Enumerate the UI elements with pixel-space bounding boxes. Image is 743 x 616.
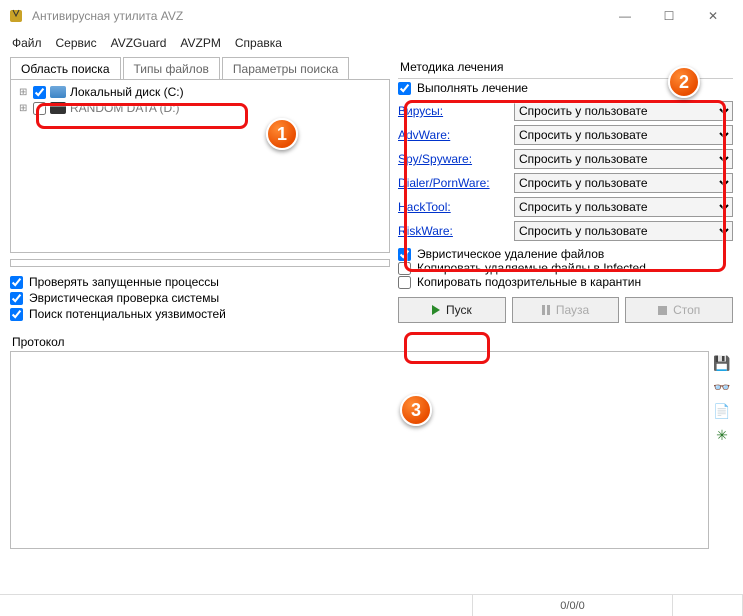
menu-avzpm[interactable]: AVZPM xyxy=(180,36,220,50)
menubar: Файл Сервис AVZGuard AVZPM Справка xyxy=(0,32,743,56)
document-icon[interactable]: 📄 xyxy=(714,403,730,419)
link-advware[interactable]: AdvWare: xyxy=(398,128,508,142)
protocol-textarea[interactable] xyxy=(10,351,709,549)
tab-search-area[interactable]: Область поиска xyxy=(10,57,121,80)
glasses-icon[interactable]: 👓 xyxy=(714,379,730,395)
save-icon[interactable]: 💾 xyxy=(714,355,730,371)
checkbox[interactable] xyxy=(10,292,23,305)
row-viruses: Вирусы: Спросить у пользовате xyxy=(398,99,733,123)
link-viruses[interactable]: Вирусы: xyxy=(398,104,508,118)
menu-avzguard[interactable]: AVZGuard xyxy=(111,36,167,50)
status-counts: 0/0/0 xyxy=(473,595,673,616)
left-column: Область поиска Типы файлов Параметры пои… xyxy=(10,56,390,323)
tab-file-types[interactable]: Типы файлов xyxy=(123,57,220,80)
select-hacktool[interactable]: Спросить у пользовате xyxy=(514,197,733,217)
play-icon xyxy=(432,305,440,315)
titlebar: Антивирусная утилита AVZ — ☐ ✕ xyxy=(0,0,743,32)
tree-item-d[interactable]: ⊞ RANDOM DATA (D:) xyxy=(15,100,385,116)
menu-service[interactable]: Сервис xyxy=(56,36,97,50)
treatment-heading: Методика лечения xyxy=(398,56,733,76)
protocol-side-toolbar: 💾 👓 📄 ✳ xyxy=(711,351,733,549)
left-options: Проверять запущенные процессы Эвристичес… xyxy=(10,273,390,323)
select-riskware[interactable]: Спросить у пользовате xyxy=(514,221,733,241)
expand-icon[interactable]: ⊞ xyxy=(19,87,29,98)
checkbox[interactable] xyxy=(398,262,411,275)
checkbox-drive-c[interactable] xyxy=(33,86,46,99)
status-segment xyxy=(0,595,473,616)
checkbox-drive-d[interactable] xyxy=(33,102,46,115)
menu-help[interactable]: Справка xyxy=(235,36,282,50)
splitter-panel xyxy=(10,259,390,267)
check-label: Копировать подозрительные в карантин xyxy=(417,275,641,289)
check-label: Поиск потенциальных уязвимостей xyxy=(29,307,226,321)
row-riskware: RiskWare: Спросить у пользовате xyxy=(398,219,733,243)
check-heuristic-delete[interactable]: Эвристическое удаление файлов xyxy=(398,247,733,261)
right-column: Методика лечения Выполнять лечение Вирус… xyxy=(398,56,733,323)
link-dialer[interactable]: Dialer/PornWare: xyxy=(398,176,508,190)
tree-item-label: RANDOM DATA (D:) xyxy=(70,101,180,115)
row-hacktool: HackTool: Спросить у пользовате xyxy=(398,195,733,219)
stop-button[interactable]: Стоп xyxy=(625,297,733,323)
divider xyxy=(398,78,733,79)
protocol-label: Протокол xyxy=(0,329,743,351)
button-label: Стоп xyxy=(673,303,700,317)
checkbox[interactable] xyxy=(10,276,23,289)
statusbar: 0/0/0 xyxy=(0,594,743,616)
drive-tree[interactable]: ⊞ Локальный диск (C:) ⊞ RANDOM DATA (D:) xyxy=(10,79,390,253)
check-copy-infected[interactable]: Копировать удаляемые файлы в Infected xyxy=(398,261,733,275)
link-spyware[interactable]: Spy/Spyware: xyxy=(398,152,508,166)
check-label: Выполнять лечение xyxy=(417,81,528,95)
checkbox[interactable] xyxy=(398,248,411,261)
start-button[interactable]: Пуск xyxy=(398,297,506,323)
row-advware: AdvWare: Спросить у пользовате xyxy=(398,123,733,147)
minimize-button[interactable]: — xyxy=(603,1,647,31)
pause-button[interactable]: Пауза xyxy=(512,297,620,323)
check-heuristic-system[interactable]: Эвристическая проверка системы xyxy=(10,291,390,305)
close-button[interactable]: ✕ xyxy=(691,1,735,31)
check-label: Эвристическая проверка системы xyxy=(29,291,219,305)
checkbox[interactable] xyxy=(10,308,23,321)
tree-item-label: Локальный диск (C:) xyxy=(70,85,184,99)
check-copy-quarantine[interactable]: Копировать подозрительные в карантин xyxy=(398,275,733,289)
link-hacktool[interactable]: HackTool: xyxy=(398,200,508,214)
check-label: Проверять запущенные процессы xyxy=(29,275,219,289)
button-label: Пауза xyxy=(556,303,589,317)
button-label: Пуск xyxy=(446,303,472,317)
checkbox[interactable] xyxy=(398,276,411,289)
checkbox[interactable] xyxy=(398,82,411,95)
check-label: Копировать удаляемые файлы в Infected xyxy=(417,261,646,275)
check-perform-treatment[interactable]: Выполнять лечение xyxy=(398,81,733,95)
select-advware[interactable]: Спросить у пользовате xyxy=(514,125,733,145)
menu-file[interactable]: Файл xyxy=(12,36,42,50)
disk-icon xyxy=(50,86,66,98)
tree-item-c[interactable]: ⊞ Локальный диск (C:) xyxy=(15,84,385,100)
tab-search-params[interactable]: Параметры поиска xyxy=(222,57,349,80)
check-label: Эвристическое удаление файлов xyxy=(417,247,604,261)
treatment-rows: Вирусы: Спросить у пользовате AdvWare: С… xyxy=(398,99,733,243)
stop-icon xyxy=(658,306,667,315)
action-buttons: Пуск Пауза Стоп xyxy=(398,297,733,323)
row-spyware: Spy/Spyware: Спросить у пользовате xyxy=(398,147,733,171)
link-riskware[interactable]: RiskWare: xyxy=(398,224,508,238)
left-tabs: Область поиска Типы файлов Параметры пои… xyxy=(10,56,390,79)
select-dialer[interactable]: Спросить у пользовате xyxy=(514,173,733,193)
pause-icon xyxy=(542,305,550,315)
app-icon xyxy=(8,8,24,24)
maximize-button[interactable]: ☐ xyxy=(647,1,691,31)
check-vulnerabilities[interactable]: Поиск потенциальных уязвимостей xyxy=(10,307,390,321)
select-viruses[interactable]: Спросить у пользовате xyxy=(514,101,733,121)
status-segment xyxy=(673,595,743,616)
select-spyware[interactable]: Спросить у пользовате xyxy=(514,149,733,169)
row-dialer: Dialer/PornWare: Спросить у пользовате xyxy=(398,171,733,195)
expand-icon[interactable]: ⊞ xyxy=(19,103,29,114)
check-running-processes[interactable]: Проверять запущенные процессы xyxy=(10,275,390,289)
disk-icon xyxy=(50,102,66,114)
shield-icon[interactable]: ✳ xyxy=(714,427,730,443)
window-title: Антивирусная утилита AVZ xyxy=(32,9,603,23)
